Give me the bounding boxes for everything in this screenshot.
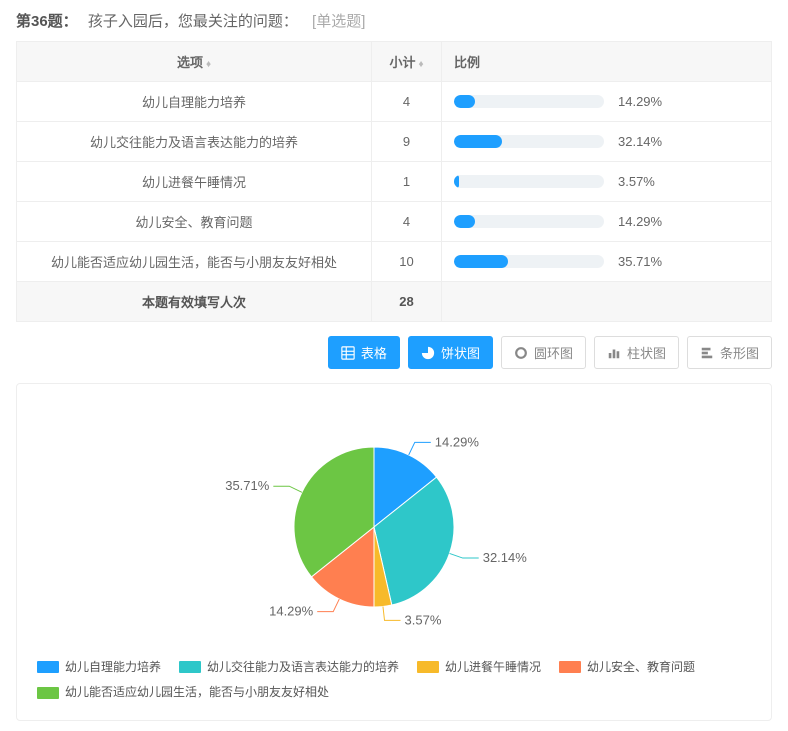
count-cell: 10 (372, 242, 442, 282)
ratio-cell: 14.29% (442, 82, 772, 122)
ratio-bar: 32.14% (454, 134, 759, 149)
legend-item[interactable]: 幼儿安全、教育问题 (559, 656, 695, 679)
legend-label: 幼儿自理能力培养 (65, 656, 161, 679)
ratio-pct: 3.57% (618, 174, 678, 189)
hbar-icon (700, 346, 714, 360)
ratio-cell: 32.14% (442, 122, 772, 162)
table-row: 幼儿自理能力培养4 14.29% (17, 82, 772, 122)
pie-slice-label: 14.29% (269, 604, 314, 619)
table-row: 幼儿安全、教育问题4 14.29% (17, 202, 772, 242)
legend-swatch (37, 661, 59, 673)
table-row: 幼儿能否适应幼儿园生活，能否与小朋友友好相处10 35.71% (17, 242, 772, 282)
legend-label: 幼儿交往能力及语言表达能力的培养 (207, 656, 399, 679)
ratio-bar: 3.57% (454, 174, 759, 189)
donut-icon (514, 346, 528, 360)
count-cell: 4 (372, 202, 442, 242)
ratio-pct: 35.71% (618, 254, 678, 269)
hbar-button[interactable]: 条形图 (687, 336, 772, 369)
ratio-cell: 35.71% (442, 242, 772, 282)
legend-item[interactable]: 幼儿交往能力及语言表达能力的培养 (179, 656, 399, 679)
ratio-bar: 14.29% (454, 94, 759, 109)
bar-button[interactable]: 柱状图 (594, 336, 679, 369)
ratio-pct: 14.29% (618, 214, 678, 229)
count-cell: 9 (372, 122, 442, 162)
pie-slice-label: 32.14% (483, 550, 528, 565)
ratio-pct: 32.14% (618, 134, 678, 149)
question-text: 孩子入园后，您最关注的问题： (88, 13, 298, 30)
count-cell: 4 (372, 82, 442, 122)
ratio-cell: 14.29% (442, 202, 772, 242)
option-cell: 幼儿安全、教育问题 (17, 202, 372, 242)
legend-label: 幼儿安全、教育问题 (587, 656, 695, 679)
legend-label: 幼儿能否适应幼儿园生活，能否与小朋友友好相处 (65, 681, 329, 704)
pie-chart: 14.29% 32.14% 3.57% 14.29% 35.71% (154, 412, 634, 642)
count-cell: 1 (372, 162, 442, 202)
total-count: 28 (372, 282, 442, 322)
total-label: 本题有效填写人次 (17, 282, 372, 322)
question-number: 第36题： (16, 13, 78, 30)
chart-type-buttons: 表格 饼状图 圆环图 柱状图 条形图 (16, 336, 772, 369)
ratio-pct: 14.29% (618, 94, 678, 109)
pie-button[interactable]: 饼状图 (408, 336, 493, 369)
table-row: 幼儿交往能力及语言表达能力的培养9 32.14% (17, 122, 772, 162)
question-type: [单选题] (312, 13, 365, 30)
legend-label: 幼儿进餐午睡情况 (445, 656, 541, 679)
option-cell: 幼儿能否适应幼儿园生活，能否与小朋友友好相处 (17, 242, 372, 282)
pie-slice-label: 14.29% (435, 434, 480, 449)
ratio-cell: 3.57% (442, 162, 772, 202)
chart-legend: 幼儿自理能力培养 幼儿交往能力及语言表达能力的培养 幼儿进餐午睡情况 幼儿安全、教育问… (37, 656, 751, 706)
table-row: 幼儿进餐午睡情况1 3.57% (17, 162, 772, 202)
option-cell: 幼儿自理能力培养 (17, 82, 372, 122)
pie-icon (421, 346, 435, 360)
legend-swatch (37, 687, 59, 699)
legend-swatch (559, 661, 581, 673)
legend-item[interactable]: 幼儿能否适应幼儿园生活，能否与小朋友友好相处 (37, 681, 329, 704)
legend-item[interactable]: 幼儿自理能力培养 (37, 656, 161, 679)
result-table: 选项♦ 小计♦ 比例 幼儿自理能力培养414.29%幼儿交往能力及语言表达能力的… (16, 41, 772, 322)
chart-panel: 14.29%32.14%3.57%14.29%35.71% 幼儿自理能力培养幼儿… (16, 383, 772, 721)
col-ratio-header: 比例 (442, 42, 772, 82)
bar-icon (607, 346, 621, 360)
option-cell: 幼儿交往能力及语言表达能力的培养 (17, 122, 372, 162)
table-icon (341, 346, 355, 360)
col-count-header[interactable]: 小计♦ (372, 42, 442, 82)
sort-icon: ♦ (418, 59, 423, 70)
table-total-row: 本题有效填写人次28 (17, 282, 772, 322)
pie-slice-label: 35.71% (225, 478, 270, 493)
legend-swatch (417, 661, 439, 673)
ratio-bar: 35.71% (454, 254, 759, 269)
donut-button[interactable]: 圆环图 (501, 336, 586, 369)
table-button[interactable]: 表格 (328, 336, 400, 369)
sort-icon: ♦ (206, 59, 211, 70)
legend-swatch (179, 661, 201, 673)
col-option-header[interactable]: 选项♦ (17, 42, 372, 82)
legend-item[interactable]: 幼儿进餐午睡情况 (417, 656, 541, 679)
ratio-bar: 14.29% (454, 214, 759, 229)
question-title: 第36题： 孩子入园后，您最关注的问题： [单选题] (16, 10, 772, 31)
option-cell: 幼儿进餐午睡情况 (17, 162, 372, 202)
pie-slice-label: 3.57% (405, 612, 442, 627)
